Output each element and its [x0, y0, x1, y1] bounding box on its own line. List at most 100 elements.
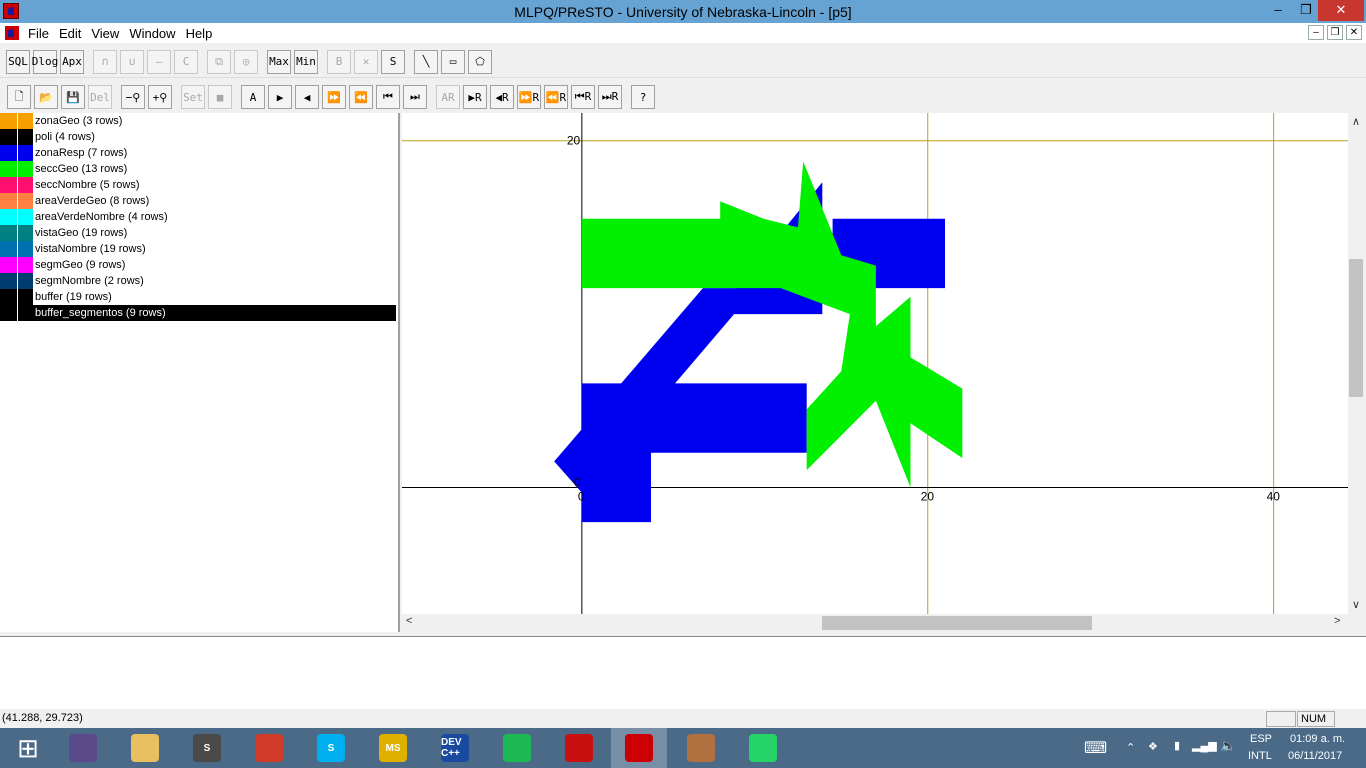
layer-label[interactable]: zonaGeo (3 rows) — [33, 115, 122, 127]
rewind-button[interactable]: ⏪ — [349, 85, 373, 109]
horizontal-scrollbar[interactable]: < > — [402, 614, 1348, 632]
layer-color-swatch[interactable] — [0, 145, 17, 161]
layer-row[interactable]: vistaNombre (19 rows) — [0, 241, 396, 257]
taskbar-app[interactable] — [117, 728, 173, 768]
layer-row[interactable]: zonaResp (7 rows) — [0, 145, 396, 161]
scroll-up-arrow[interactable]: ∧ — [1352, 115, 1360, 128]
mdi-restore-button[interactable]: ❐ — [1327, 25, 1343, 40]
lang-top[interactable]: ESP — [1250, 733, 1272, 745]
fast-forward-button[interactable]: ⏩ — [322, 85, 346, 109]
layer-row[interactable]: segmGeo (9 rows) — [0, 257, 396, 273]
back-button[interactable]: ◀ — [295, 85, 319, 109]
vertical-scrollbar[interactable]: ∧ ∨ — [1348, 113, 1366, 614]
zoom-in-button[interactable]: +⚲ — [148, 85, 172, 109]
tray-up-icon[interactable]: ⌃ — [1126, 741, 1135, 754]
min-button[interactable]: Min — [294, 49, 318, 74]
layer-row[interactable]: poli (4 rows) — [0, 129, 396, 145]
mdi-close-button[interactable]: ✕ — [1346, 25, 1362, 40]
layer-fill-swatch[interactable] — [18, 305, 33, 321]
plot-svg[interactable]: 0 20 40 0 20 — [402, 113, 1348, 614]
play-r-button[interactable]: ▶R — [463, 85, 487, 109]
layer-fill-swatch[interactable] — [18, 177, 33, 193]
open-file-button[interactable]: 📂 — [34, 85, 58, 109]
taskbar-app[interactable] — [551, 728, 607, 768]
start-button[interactable]: ⊞ — [0, 728, 56, 768]
taskbar-app[interactable] — [489, 728, 545, 768]
dropbox-icon[interactable]: ❖ — [1148, 740, 1158, 753]
output-panel[interactable] — [0, 636, 1366, 709]
layer-fill-swatch[interactable] — [18, 241, 33, 257]
taskbar-app[interactable]: DEV C++ — [427, 728, 483, 768]
signal-icon[interactable]: ▂▄▆ — [1192, 739, 1217, 752]
clock-time[interactable]: 01:09 a. m. — [1290, 733, 1345, 745]
volume-icon[interactable]: 🔈 — [1220, 738, 1236, 754]
taskbar-app[interactable] — [735, 728, 791, 768]
layer-label[interactable]: vistaNombre (19 rows) — [33, 243, 146, 255]
layer-row[interactable]: buffer_segmentos (9 rows) — [0, 305, 396, 321]
layer-label[interactable]: areaVerdeNombre (4 rows) — [33, 211, 168, 223]
layer-label[interactable]: poli (4 rows) — [33, 131, 95, 143]
sql-button[interactable]: SQL — [6, 49, 30, 74]
layer-color-swatch[interactable] — [0, 257, 17, 273]
last-r-button[interactable]: ⏭R — [598, 85, 622, 109]
polygon-tool-button[interactable]: ⬠ — [468, 49, 492, 74]
x-button[interactable]: ✕ — [354, 49, 378, 74]
layer-fill-swatch[interactable] — [18, 225, 33, 241]
taskbar-app[interactable]: S — [303, 728, 359, 768]
map-canvas[interactable]: 0 20 40 0 20 — [402, 113, 1348, 614]
complement-button[interactable]: C — [174, 49, 198, 74]
max-button[interactable]: Max — [267, 49, 291, 74]
layer-fill-swatch[interactable] — [18, 193, 33, 209]
layer-label[interactable]: segmGeo (9 rows) — [33, 259, 125, 271]
layer-label[interactable]: buffer (19 rows) — [33, 291, 112, 303]
layer-fill-swatch[interactable] — [18, 257, 33, 273]
b-button[interactable]: B — [327, 49, 351, 74]
layer-row[interactable]: seccNombre (5 rows) — [0, 177, 396, 193]
layer-fill-swatch[interactable] — [18, 289, 33, 305]
layer-color-swatch[interactable] — [0, 209, 17, 225]
set-button[interactable]: Set — [181, 85, 205, 109]
ff-r-button[interactable]: ⏩R — [517, 85, 541, 109]
animate-button[interactable]: A — [241, 85, 265, 109]
layer-fill-swatch[interactable] — [18, 113, 33, 129]
layer-row[interactable]: vistaGeo (19 rows) — [0, 225, 396, 241]
layer-color-swatch[interactable] — [0, 273, 17, 289]
keyboard-icon[interactable]: ⌨ — [1084, 738, 1107, 758]
maximize-button[interactable]: ❐ — [1292, 0, 1320, 21]
taskbar-app[interactable] — [673, 728, 729, 768]
layer-row[interactable]: areaVerdeNombre (4 rows) — [0, 209, 396, 225]
delete-button[interactable]: Del — [88, 85, 112, 109]
taskbar-app[interactable] — [611, 728, 667, 768]
back-r-button[interactable]: ◀R — [490, 85, 514, 109]
layer-label[interactable]: areaVerdeGeo (8 rows) — [33, 195, 149, 207]
layer-fill-swatch[interactable] — [18, 273, 33, 289]
layer-color-swatch[interactable] — [0, 241, 17, 257]
layer-label[interactable]: buffer_segmentos (9 rows) — [33, 305, 396, 321]
first-r-button[interactable]: ⏮R — [571, 85, 595, 109]
taskbar-app[interactable] — [241, 728, 297, 768]
layer-fill-swatch[interactable] — [18, 209, 33, 225]
lang-bottom[interactable]: INTL — [1248, 750, 1272, 762]
color-button[interactable]: ■ — [208, 85, 232, 109]
minimize-button[interactable]: – — [1264, 0, 1292, 21]
layer-color-swatch[interactable] — [0, 113, 17, 129]
scroll-left-arrow[interactable]: < — [406, 615, 412, 627]
menu-edit[interactable]: Edit — [56, 26, 88, 41]
difference-button[interactable]: — — [147, 49, 171, 74]
layer-label[interactable]: vistaGeo (19 rows) — [33, 227, 127, 239]
layer-color-swatch[interactable] — [0, 129, 17, 145]
menu-help[interactable]: Help — [183, 26, 220, 41]
layer-color-swatch[interactable] — [0, 193, 17, 209]
layer-color-swatch[interactable] — [0, 177, 17, 193]
save-file-button[interactable]: 💾 — [61, 85, 85, 109]
intersect-button[interactable]: ∩ — [93, 49, 117, 74]
layer-label[interactable]: seccNombre (5 rows) — [33, 179, 140, 191]
layer-fill-swatch[interactable] — [18, 129, 33, 145]
apx-button[interactable]: Apx — [60, 49, 84, 74]
layer-label[interactable]: zonaResp (7 rows) — [33, 147, 127, 159]
layer-row[interactable]: buffer (19 rows) — [0, 289, 396, 305]
taskbar-app[interactable]: MS — [365, 728, 421, 768]
taskbar-app[interactable]: S — [179, 728, 235, 768]
scroll-down-arrow[interactable]: ∨ — [1352, 598, 1360, 611]
rew-r-button[interactable]: ⏪R — [544, 85, 568, 109]
